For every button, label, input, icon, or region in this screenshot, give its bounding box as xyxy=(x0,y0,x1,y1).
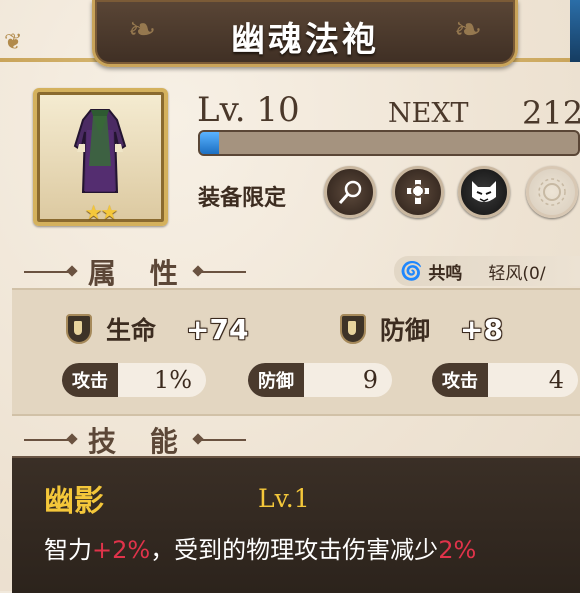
cat-class-icon[interactable] xyxy=(458,166,510,218)
title-banner: ❧ ❧ 幽魂法袍 xyxy=(92,0,518,67)
attributes-header-text: 属 性 xyxy=(88,257,190,290)
skill-desc-text: 智力 xyxy=(44,536,92,564)
tornado-icon: 🌀 xyxy=(400,260,423,282)
header-divider-right xyxy=(195,439,246,441)
resonance-value: 轻风(0/ xyxy=(488,263,546,284)
substat-value: 9 xyxy=(362,366,378,394)
right-edge-button[interactable] xyxy=(570,0,580,62)
skills-header: 技 能 xyxy=(24,420,246,460)
item-level: Lv. 10 xyxy=(197,90,300,130)
substat-label: 防御 xyxy=(248,363,304,397)
cross-glyph xyxy=(407,180,429,204)
header-divider-right xyxy=(195,271,246,273)
next-exp-value: 212 xyxy=(522,94,580,132)
stat-defense-label: 防御 xyxy=(380,316,431,345)
staff-glyph xyxy=(338,180,362,204)
sun-glyph xyxy=(538,178,566,206)
substat-label: 攻击 xyxy=(62,363,118,397)
shield-icon xyxy=(340,314,366,344)
sun-class-icon[interactable] xyxy=(526,166,578,218)
attributes-header: 属 性 xyxy=(24,252,246,292)
resonance-tag[interactable]: 🌀 共鸣 轻风(0/ xyxy=(394,256,580,286)
skill-level: Lv.1 xyxy=(258,484,310,513)
robe-icon xyxy=(73,109,127,193)
substat-value: 1% xyxy=(153,366,192,394)
next-label: NEXT xyxy=(388,98,469,129)
skill-description: 智力+2%，受到的物理攻击伤害减少2% xyxy=(44,530,476,565)
substat-pill: 攻击 1% xyxy=(62,363,206,397)
stat-defense-value: +8 xyxy=(459,312,503,346)
substat-value: 4 xyxy=(548,366,564,394)
rarity-stars: ★★ xyxy=(84,200,119,224)
skills-header-text: 技 能 xyxy=(88,425,190,458)
skill-desc-value: 2% xyxy=(438,536,477,564)
item-portrait[interactable]: ★★ xyxy=(33,88,168,226)
skill-desc-text: ，受到的物理攻击伤害减少 xyxy=(150,536,439,564)
header-divider-left xyxy=(24,271,74,273)
exp-progress-bar xyxy=(198,130,580,156)
header-divider-left xyxy=(24,439,74,441)
stat-hp-label: 生命 xyxy=(106,316,157,345)
shield-icon xyxy=(66,314,92,344)
corner-ornament: ❦ xyxy=(4,30,23,55)
substat-label: 攻击 xyxy=(432,363,488,397)
stat-defense: 防御 +8 xyxy=(340,311,504,347)
staff-class-icon[interactable] xyxy=(324,166,376,218)
exp-progress-fill xyxy=(200,132,219,154)
equip-restriction-label: 装备限定 xyxy=(198,186,287,211)
stat-hp-value: +74 xyxy=(185,312,249,346)
page-title: 幽魂法袍 xyxy=(231,20,379,60)
skill-desc-value: +2% xyxy=(92,536,151,564)
stat-hp: 生命 +74 xyxy=(66,311,249,347)
resonance-label: 共鸣 xyxy=(428,263,463,284)
substat-pill: 防御 9 xyxy=(248,363,392,397)
substat-pill: 攻击 4 xyxy=(432,363,578,397)
skill-name: 幽影 xyxy=(44,484,104,519)
cat-glyph xyxy=(472,181,496,202)
cross-class-icon[interactable] xyxy=(392,166,444,218)
